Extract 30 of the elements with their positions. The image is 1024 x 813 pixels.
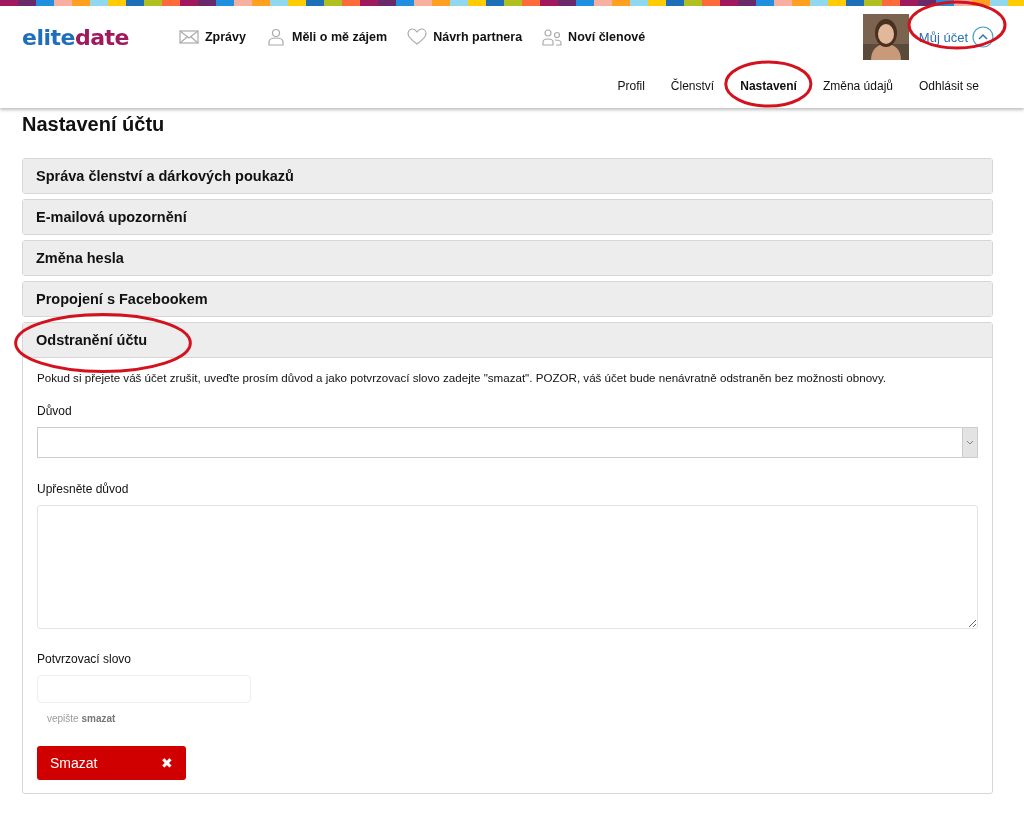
field-hint: vepište smazat <box>47 713 117 724</box>
close-icon: ✖ <box>161 755 173 771</box>
nav-link[interactable]: Návrh partnera <box>407 28 523 46</box>
subnav-link[interactable]: Nastavení <box>740 79 797 93</box>
field-label: Upřesněte důvod <box>37 482 130 496</box>
delete-button[interactable]: Smazat ✖ <box>37 746 186 780</box>
subnav-link[interactable]: Profil <box>617 79 645 93</box>
envelope-icon <box>179 28 199 46</box>
accordion-header[interactable]: Odstranění účtu <box>23 323 992 358</box>
subnav-link[interactable]: Členství <box>670 79 715 93</box>
accordion-header[interactable]: Propojení s Facebookem <box>23 282 992 316</box>
text-area[interactable] <box>37 505 978 629</box>
nav-link[interactable]: Zprávy <box>179 28 246 46</box>
heart-icon <box>407 28 428 46</box>
logo[interactable]: elitedate <box>22 24 129 50</box>
warning-text: Pokud si přejete váš účet zrušit, uveďte prosím důvod a jako potvrzovací slovo zadejte "smazat". POZOR, váš účet bude nenávratně odstraněn bez možnosti obnovy. <box>37 370 888 386</box>
people-icon <box>542 28 563 46</box>
subnav-link[interactable]: Změna údajů <box>822 79 893 93</box>
nav-link[interactable]: Měli o mě zájem <box>266 28 388 46</box>
person-icon <box>266 28 286 46</box>
field-label: Důvod <box>37 404 73 418</box>
caret-icon <box>962 428 977 457</box>
accordion-header[interactable]: Správa členství a dárkových poukazů <box>23 159 992 193</box>
reason-select[interactable] <box>37 427 978 458</box>
page-title: Nastavení účtu <box>22 112 166 136</box>
nav-link[interactable]: Noví členové <box>542 28 646 46</box>
accordion-header[interactable]: E-mailová upozornění <box>23 200 992 234</box>
field-label: Potvrzovací slovo <box>37 652 133 666</box>
accordion-header[interactable]: Změna hesla <box>23 241 992 275</box>
subnav-link[interactable]: Odhlásit se <box>918 79 979 93</box>
